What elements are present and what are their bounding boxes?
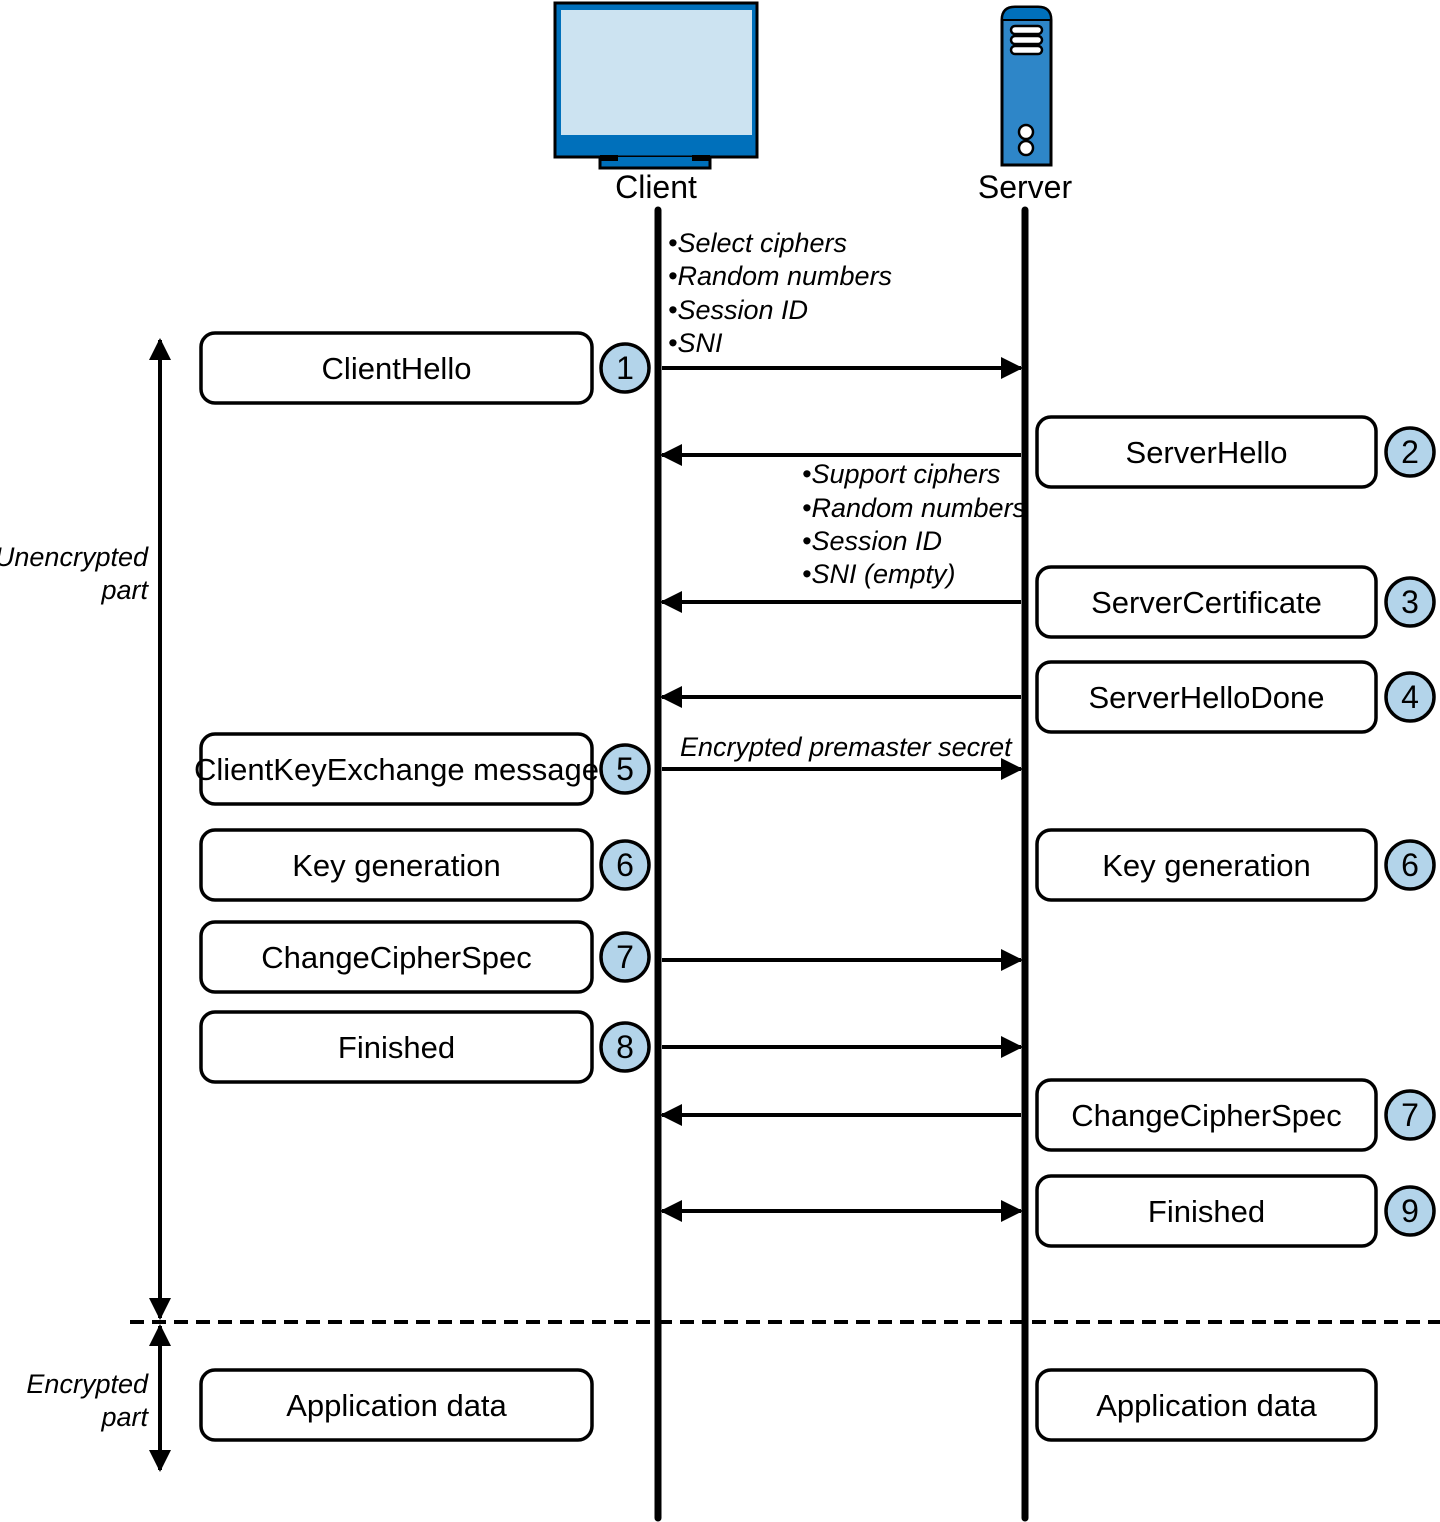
step-label: Key generation [292,848,501,883]
note-line: •Select ciphers [668,228,847,258]
step-number: 8 [616,1029,634,1065]
note-line: •Random numbers [802,493,1026,523]
step-servercertificate: ServerCertificate 3 [660,565,1436,639]
unencrypted-label-line2: part [100,575,149,605]
step-number: 2 [1401,434,1419,470]
step-application-data: Application data [199,1368,594,1442]
note-line: •SNI (empty) [802,559,955,589]
step-number: 3 [1401,584,1419,620]
step-finished: Finished 9 [660,1174,1436,1248]
premaster-note: Encrypted premaster secret [680,732,1013,762]
step-key-generation: Key generation 6 [1035,828,1436,902]
tls-handshake-diagram: Client Server •Select ciphers •Random nu… [0,1,1440,1522]
client-label: Client [615,169,697,205]
step-number: 5 [616,751,634,787]
step-serverhellodone: ServerHelloDone 4 [660,660,1436,734]
server-label: Server [978,169,1073,205]
step-label: Finished [1148,1194,1265,1229]
step-label: ServerHello [1126,435,1288,470]
server-hello-notes: •Support ciphers •Random numbers •Sessio… [802,459,1026,589]
step-serverhello: ServerHello 2 [660,415,1436,489]
note-line: •Session ID [802,526,942,556]
step-number: 6 [1401,847,1419,883]
unencrypted-label-line1: Unencrypted [0,542,149,572]
step-label: Key generation [1102,848,1311,883]
step-label: Finished [338,1030,455,1065]
note-line: •Session ID [668,295,808,325]
encrypted-label-line1: Encrypted [26,1369,149,1399]
step-label: ServerHelloDone [1088,680,1324,715]
step-number: 6 [616,847,634,883]
computer-monitor-icon [553,1,759,170]
client-hello-notes: •Select ciphers •Random numbers •Session… [668,228,892,358]
step-changecipherspec: ChangeCipherSpec 7 [660,1078,1436,1152]
encrypted-label-line2: part [100,1402,149,1432]
step-clienthello: ClientHello 1 [199,331,1023,405]
step-label: ChangeCipherSpec [1071,1098,1342,1133]
step-label: ChangeCipherSpec [261,940,532,975]
note-line: •Support ciphers [802,459,1001,489]
step-finished: Finished 8 [199,1010,1023,1084]
step-number: 4 [1401,679,1419,715]
note-line: •Random numbers [668,261,892,291]
step-label: ClientKeyExchange message [194,752,599,787]
step-changecipherspec: ChangeCipherSpec 7 [199,920,1023,994]
step-key-generation: Key generation 6 [199,828,651,902]
step-label: ServerCertificate [1091,585,1322,620]
step-label: ClientHello [322,351,472,386]
step-application-data: Application data [1035,1368,1378,1442]
step-number: 1 [616,350,634,386]
step-label: Application data [1096,1388,1317,1423]
note-line: •SNI [668,328,723,358]
step-label: Application data [286,1388,507,1423]
step-number: 9 [1401,1193,1419,1229]
step-number: 7 [1401,1097,1419,1133]
step-number: 7 [616,939,634,975]
server-tower-icon [1000,5,1053,167]
